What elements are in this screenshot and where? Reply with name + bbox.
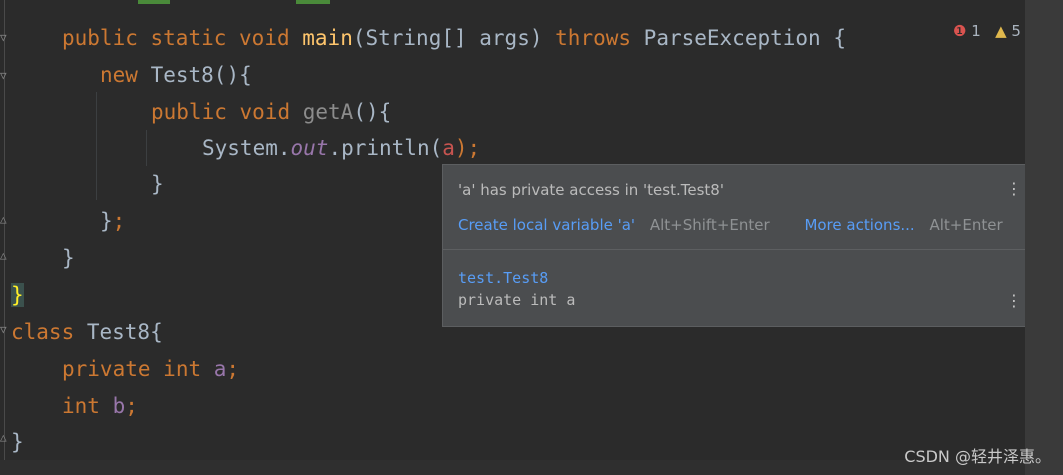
code-line[interactable]: } <box>11 424 24 460</box>
keyword: throws <box>555 26 632 50</box>
vertical-scrollbar[interactable] <box>1025 0 1063 475</box>
code-text: (){ <box>353 100 392 124</box>
code-line[interactable]: public void getA(){ <box>151 94 391 130</box>
qualified-class-name[interactable]: test.Test8 <box>458 267 575 289</box>
error-circle-icon: ❶ <box>953 22 967 40</box>
code-editor[interactable]: ▽ ▽ △ △ ▽ △ public static void main(Stri… <box>0 0 1027 460</box>
keyword: void <box>239 100 291 124</box>
code-text: .println( <box>328 136 443 160</box>
code-line[interactable]: int b; <box>62 388 138 424</box>
matched-brace: } <box>11 283 24 307</box>
code-text: } <box>11 430 24 454</box>
code-text: } <box>151 172 164 196</box>
inspection-widget[interactable]: ❶ 1 ▲ 5 <box>953 22 1021 40</box>
keyword: new <box>100 63 138 87</box>
code-text: ParseException { <box>643 26 846 50</box>
code-text: (String[] args) <box>352 26 543 50</box>
code-line[interactable]: }; <box>100 203 125 239</box>
code-text: System. <box>202 136 291 160</box>
fold-marker-icon[interactable]: ▽ <box>0 70 10 82</box>
error-highlight[interactable]: a <box>442 136 455 160</box>
code-line[interactable]: class Test8{ <box>11 314 163 350</box>
watermark: CSDN @轻井泽惠。 <box>904 447 1051 466</box>
shortcut-hint: Alt+Enter <box>929 216 1003 234</box>
keyword: public <box>151 100 227 124</box>
keyword: void <box>239 26 290 50</box>
code-line[interactable]: new Test8(){ <box>100 57 252 93</box>
code-line[interactable]: System.out.println(a); <box>202 130 480 166</box>
warning-triangle-icon: ▲ <box>995 22 1007 40</box>
field-name: b <box>112 394 126 418</box>
indent-guide <box>96 92 97 200</box>
code-text: Test8{ <box>74 320 163 344</box>
indent-guide <box>146 130 147 166</box>
code-line[interactable]: } <box>151 166 164 202</box>
fold-marker-icon[interactable]: ▽ <box>0 324 10 336</box>
more-actions-link[interactable]: More actions... <box>804 216 914 234</box>
horizontal-scrollbar[interactable] <box>0 460 1025 475</box>
quick-fix-bar: Create local variable 'a' Alt+Shift+Ente… <box>458 216 1003 234</box>
declaration-info: test.Test8 private int a <box>458 267 575 311</box>
divider <box>443 249 1026 250</box>
keyword: private <box>62 357 151 381</box>
code-text: ); <box>454 136 481 160</box>
code-text: ; <box>226 357 240 381</box>
method-name: main <box>302 26 353 50</box>
more-options-icon[interactable]: ⋮ <box>1006 293 1022 309</box>
code-text: } <box>100 209 113 233</box>
code-text: ; <box>125 394 138 418</box>
code-text: ; <box>112 209 126 233</box>
field-signature: private int a <box>458 291 576 309</box>
error-count: 1 <box>971 22 981 40</box>
field-name: a <box>213 357 227 381</box>
code-text: } <box>62 246 75 270</box>
code-text: Test8(){ <box>150 63 252 87</box>
more-options-icon[interactable]: ⋮ <box>1006 181 1022 197</box>
tab-indicator <box>138 0 170 4</box>
keyword: int <box>62 394 100 418</box>
error-message: 'a' has private access in 'test.Test8' <box>458 181 724 199</box>
error-tooltip-popup: 'a' has private access in 'test.Test8' ⋮… <box>442 164 1027 327</box>
code-line[interactable]: } <box>62 240 75 276</box>
tab-indicator <box>296 0 330 4</box>
warning-count: 5 <box>1011 22 1021 40</box>
code-line[interactable]: public static void main(String[] args) t… <box>62 20 846 56</box>
static-field: out <box>290 136 329 160</box>
code-line[interactable]: private int a; <box>62 351 239 387</box>
keyword: public <box>62 26 138 50</box>
fold-marker-icon[interactable]: △ <box>0 432 10 444</box>
fold-marker-icon[interactable]: △ <box>0 214 10 226</box>
keyword: int <box>163 357 202 381</box>
create-local-variable-link[interactable]: Create local variable 'a' <box>458 216 635 234</box>
method-name: getA <box>302 100 354 124</box>
shortcut-hint: Alt+Shift+Enter <box>649 216 770 234</box>
code-line[interactable]: } <box>11 277 24 313</box>
fold-marker-icon[interactable]: △ <box>0 250 10 262</box>
keyword: static <box>150 26 227 50</box>
fold-marker-icon[interactable]: ▽ <box>0 32 10 44</box>
keyword: class <box>11 320 75 344</box>
